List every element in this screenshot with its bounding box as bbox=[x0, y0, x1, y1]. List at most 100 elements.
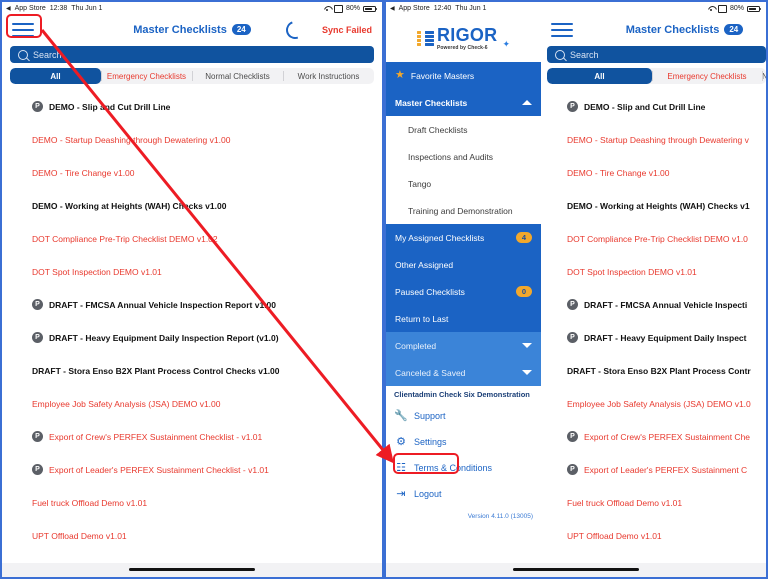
checklist-list-item[interactable]: P DRAFT - Heavy Equipment Daily Inspectio… bbox=[2, 321, 382, 354]
checklist-list-item[interactable]: UPT Offload Demo v1.01 bbox=[541, 519, 766, 552]
checklist-list-item[interactable]: P DEMO - Slip and Cut Drill Line bbox=[2, 90, 382, 123]
checklist-list-item[interactable]: P Export of Crew's PERFEX Sustainment Che… bbox=[2, 420, 382, 453]
drawer-subitem-label: Training and Demonstration bbox=[408, 205, 513, 216]
checklist-list-item[interactable]: P DRAFT - FMCSA Annual Vehicle Inspecti bbox=[541, 288, 766, 321]
drawer-item-label: Favorite Masters bbox=[410, 70, 475, 81]
checklist-title: Fuel truck Offload Demo v1.01 bbox=[567, 497, 683, 508]
tab-all[interactable]: All bbox=[10, 68, 101, 84]
rotation-lock-icon bbox=[717, 4, 727, 13]
tab-all[interactable]: All bbox=[547, 68, 652, 84]
back-arrow-icon: ◀ bbox=[6, 5, 11, 12]
checklist-list-item[interactable]: P DEMO - Slip and Cut Drill Line bbox=[541, 90, 766, 123]
wifi-icon bbox=[708, 6, 715, 12]
sync-spinner-icon[interactable] bbox=[283, 17, 307, 42]
logo-wordmark: RIGOR bbox=[436, 25, 498, 45]
checklist-list-item[interactable]: Fuel truck Offload Demo v1.01 bbox=[2, 486, 382, 519]
checklist-list-item[interactable]: DOT Compliance Pre-Trip Checklist DEMO v… bbox=[2, 222, 382, 255]
document-icon: ☷ bbox=[396, 461, 406, 474]
home-indicator[interactable] bbox=[386, 568, 766, 571]
checklist-list-item[interactable]: P Export of Crew's PERFEX Sustainment Che bbox=[541, 420, 766, 453]
status-bar-left: ◀ App Store 12:38 Thu Jun 1 bbox=[6, 5, 102, 12]
tab-normal-checklists[interactable]: Normal Checklists bbox=[192, 68, 283, 84]
back-arrow-icon: ◀ bbox=[390, 5, 395, 12]
checklist-list-item[interactable]: UPT Offload Demo v1.01 bbox=[2, 519, 382, 552]
checklist-list-item[interactable]: DOT Spot Inspection DEMO v1.01 bbox=[2, 255, 382, 288]
drawer-subitem[interactable]: Inspections and Audits bbox=[386, 143, 541, 170]
drawer-item-count-badge: 4 bbox=[515, 231, 532, 244]
checklist-list-item[interactable]: DOT Spot Inspection DEMO v1.01 bbox=[541, 255, 766, 288]
chevron-down-icon[interactable] bbox=[522, 370, 532, 375]
tab-work-instructions[interactable]: Work Instructions bbox=[283, 68, 374, 84]
checklist-list-item[interactable]: Fuel truck Offload Demo v1.01 bbox=[541, 486, 766, 519]
drawer-footer-item-support[interactable]: 🔧 Support bbox=[386, 403, 541, 429]
drawer-item-other-assigned[interactable]: Other Assigned bbox=[386, 251, 541, 278]
hamburger-menu-button[interactable] bbox=[12, 22, 34, 38]
drawer-item-favorite-masters[interactable]: ★ Favorite Masters bbox=[386, 62, 541, 89]
chevron-up-icon[interactable] bbox=[522, 100, 532, 105]
back-app-label[interactable]: App Store bbox=[399, 5, 430, 12]
drawer-subitem[interactable]: Draft Checklists bbox=[386, 116, 541, 143]
logout-icon: ⇥ bbox=[396, 487, 406, 500]
checklist-title: DRAFT - Stora Enso B2X Plant Process Con… bbox=[32, 365, 280, 376]
paused-badge-icon: P bbox=[567, 101, 578, 112]
checklist-list: P DEMO - Slip and Cut Drill Line DEMO - St… bbox=[541, 90, 766, 552]
checklist-list-item[interactable]: DEMO - Startup Deashing through Dewateri… bbox=[2, 123, 382, 156]
search-input[interactable]: Search bbox=[10, 46, 374, 63]
account-name: Clientadmin Check Six Demonstration bbox=[394, 390, 530, 399]
drawer-item-my-assigned-checklists[interactable]: My Assigned Checklists 4 bbox=[386, 224, 541, 251]
drawer-footer-item-terms-conditions[interactable]: ☷ Terms & Conditions bbox=[386, 455, 541, 481]
tab-emergency-checklists[interactable]: Emergency Checklists bbox=[101, 68, 192, 84]
sync-status-label[interactable]: Sync Failed bbox=[322, 25, 372, 35]
right-content-status-bar: 80% bbox=[541, 2, 766, 15]
drawer-subitem[interactable]: Training and Demonstration bbox=[386, 197, 541, 224]
filter-tabs-container: All Emergency Checklists Nor bbox=[541, 68, 766, 90]
hamburger-bar-1 bbox=[12, 22, 34, 25]
drawer-item-canceled-saved[interactable]: Canceled & Saved bbox=[386, 359, 541, 386]
checklist-list-item[interactable]: Employee Job Safety Analysis (JSA) DEMO … bbox=[2, 387, 382, 420]
checklist-title: DEMO - Slip and Cut Drill Line bbox=[49, 101, 171, 112]
drawer-item-completed[interactable]: Completed bbox=[386, 332, 541, 359]
search-input[interactable]: Search bbox=[547, 46, 766, 63]
wifi-icon bbox=[324, 6, 331, 12]
drawer-footer-item-settings[interactable]: ⚙ Settings bbox=[386, 429, 541, 455]
drawer-item-return-to-last[interactable]: Return to Last bbox=[386, 305, 541, 332]
paused-badge-icon: P bbox=[567, 464, 578, 475]
tab-normal-checklists[interactable]: Nor bbox=[762, 68, 766, 84]
checklist-list-item[interactable]: P Export of Leader's PERFEX Sustainment C… bbox=[2, 453, 382, 486]
checklist-title: DOT Spot Inspection DEMO v1.01 bbox=[567, 266, 697, 277]
page-title-text: Master Checklists bbox=[625, 23, 720, 36]
back-app-label[interactable]: App Store bbox=[15, 5, 46, 12]
chevron-down-icon[interactable] bbox=[522, 343, 532, 348]
drawer-footer-label: Support bbox=[414, 411, 446, 421]
checklist-title: Export of Leader's PERFEX Sustainment Ch… bbox=[49, 464, 269, 475]
home-indicator[interactable] bbox=[2, 568, 382, 571]
checklist-list-item[interactable]: DOT Compliance Pre-Trip Checklist DEMO v… bbox=[541, 222, 766, 255]
gear-icon: ⚙ bbox=[396, 435, 406, 448]
checklist-list-item[interactable]: DRAFT - Stora Enso B2X Plant Process Con… bbox=[2, 354, 382, 387]
checklist-list-item[interactable]: DRAFT - Stora Enso B2X Plant Process Con… bbox=[541, 354, 766, 387]
drawer-footer-item-logout[interactable]: ⇥ Logout bbox=[386, 481, 541, 507]
drawer-item-label: My Assigned Checklists bbox=[395, 232, 485, 243]
paused-badge-icon: P bbox=[32, 464, 43, 475]
checklist-list-item[interactable]: DEMO - Tire Change v1.00 bbox=[2, 156, 382, 189]
checklist-list-item[interactable]: DEMO - Tire Change v1.00 bbox=[541, 156, 766, 189]
drawer-item-paused-checklists[interactable]: Paused Checklists 0 bbox=[386, 278, 541, 305]
checklist-list-item[interactable]: Employee Job Safety Analysis (JSA) DEMO … bbox=[541, 387, 766, 420]
checklist-list-item[interactable]: DEMO - Startup Deashing through Dewateri… bbox=[541, 123, 766, 156]
drawer-item-master-checklists[interactable]: Master Checklists bbox=[386, 89, 541, 116]
drawer-subitem[interactable]: Tango bbox=[386, 170, 541, 197]
status-bar-right: 80% bbox=[324, 4, 378, 13]
battery-percent: 80% bbox=[345, 5, 360, 12]
right-content-pane: 80% Master Checklists 24 Search All Emer… bbox=[541, 2, 766, 568]
wrench-icon: 🔧 bbox=[394, 409, 408, 422]
checklist-title: DRAFT - FMCSA Annual Vehicle Inspecti bbox=[584, 299, 748, 310]
tab-emergency-checklists[interactable]: Emergency Checklists bbox=[652, 68, 762, 84]
search-icon bbox=[555, 49, 565, 60]
checklist-list-item[interactable]: P DRAFT - Heavy Equipment Daily Inspect bbox=[541, 321, 766, 354]
checklist-list-item[interactable]: P Export of Leader's PERFEX Sustainment C bbox=[541, 453, 766, 486]
checklist-title: Export of Crew's PERFEX Sustainment Che bbox=[584, 431, 751, 442]
drawer-footer-label: Settings bbox=[414, 437, 447, 447]
checklist-list-item[interactable]: P DRAFT - FMCSA Annual Vehicle Inspection… bbox=[2, 288, 382, 321]
checklist-list-item[interactable]: DEMO - Working at Heights (WAH) Checks v… bbox=[2, 189, 382, 222]
checklist-list-item[interactable]: DEMO - Working at Heights (WAH) Checks v… bbox=[541, 189, 766, 222]
